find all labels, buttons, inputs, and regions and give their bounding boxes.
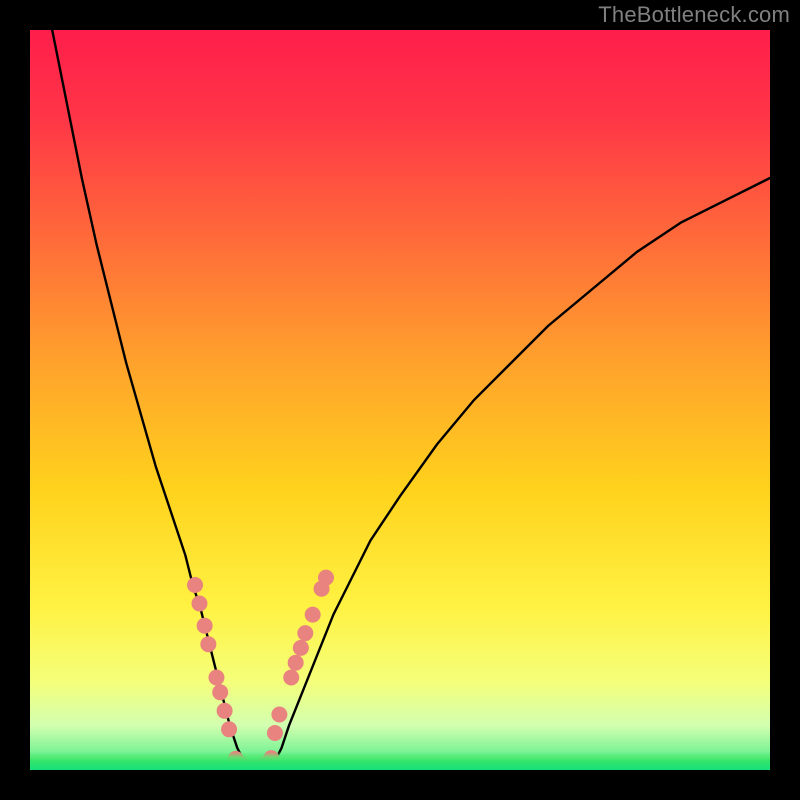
marker-right — [283, 670, 299, 686]
marker-left — [200, 636, 216, 652]
marker-right — [293, 640, 309, 656]
marker-left — [191, 596, 207, 612]
marker-right — [271, 707, 287, 723]
baseline-green-strip — [30, 752, 770, 770]
bottleneck-curve — [52, 30, 770, 770]
marker-right — [318, 570, 334, 586]
marker-right — [305, 607, 321, 623]
marker-left — [212, 684, 228, 700]
watermark-text: TheBottleneck.com — [598, 2, 790, 28]
marker-right — [297, 625, 313, 641]
marker-right — [267, 725, 283, 741]
curve-layer — [30, 30, 770, 770]
marker-left — [217, 703, 233, 719]
marker-left — [197, 618, 213, 634]
marker-left — [208, 670, 224, 686]
marker-left — [221, 721, 237, 737]
marker-right — [288, 655, 304, 671]
marker-left — [187, 577, 203, 593]
plot-area — [30, 30, 770, 770]
chart-frame: TheBottleneck.com — [0, 0, 800, 800]
